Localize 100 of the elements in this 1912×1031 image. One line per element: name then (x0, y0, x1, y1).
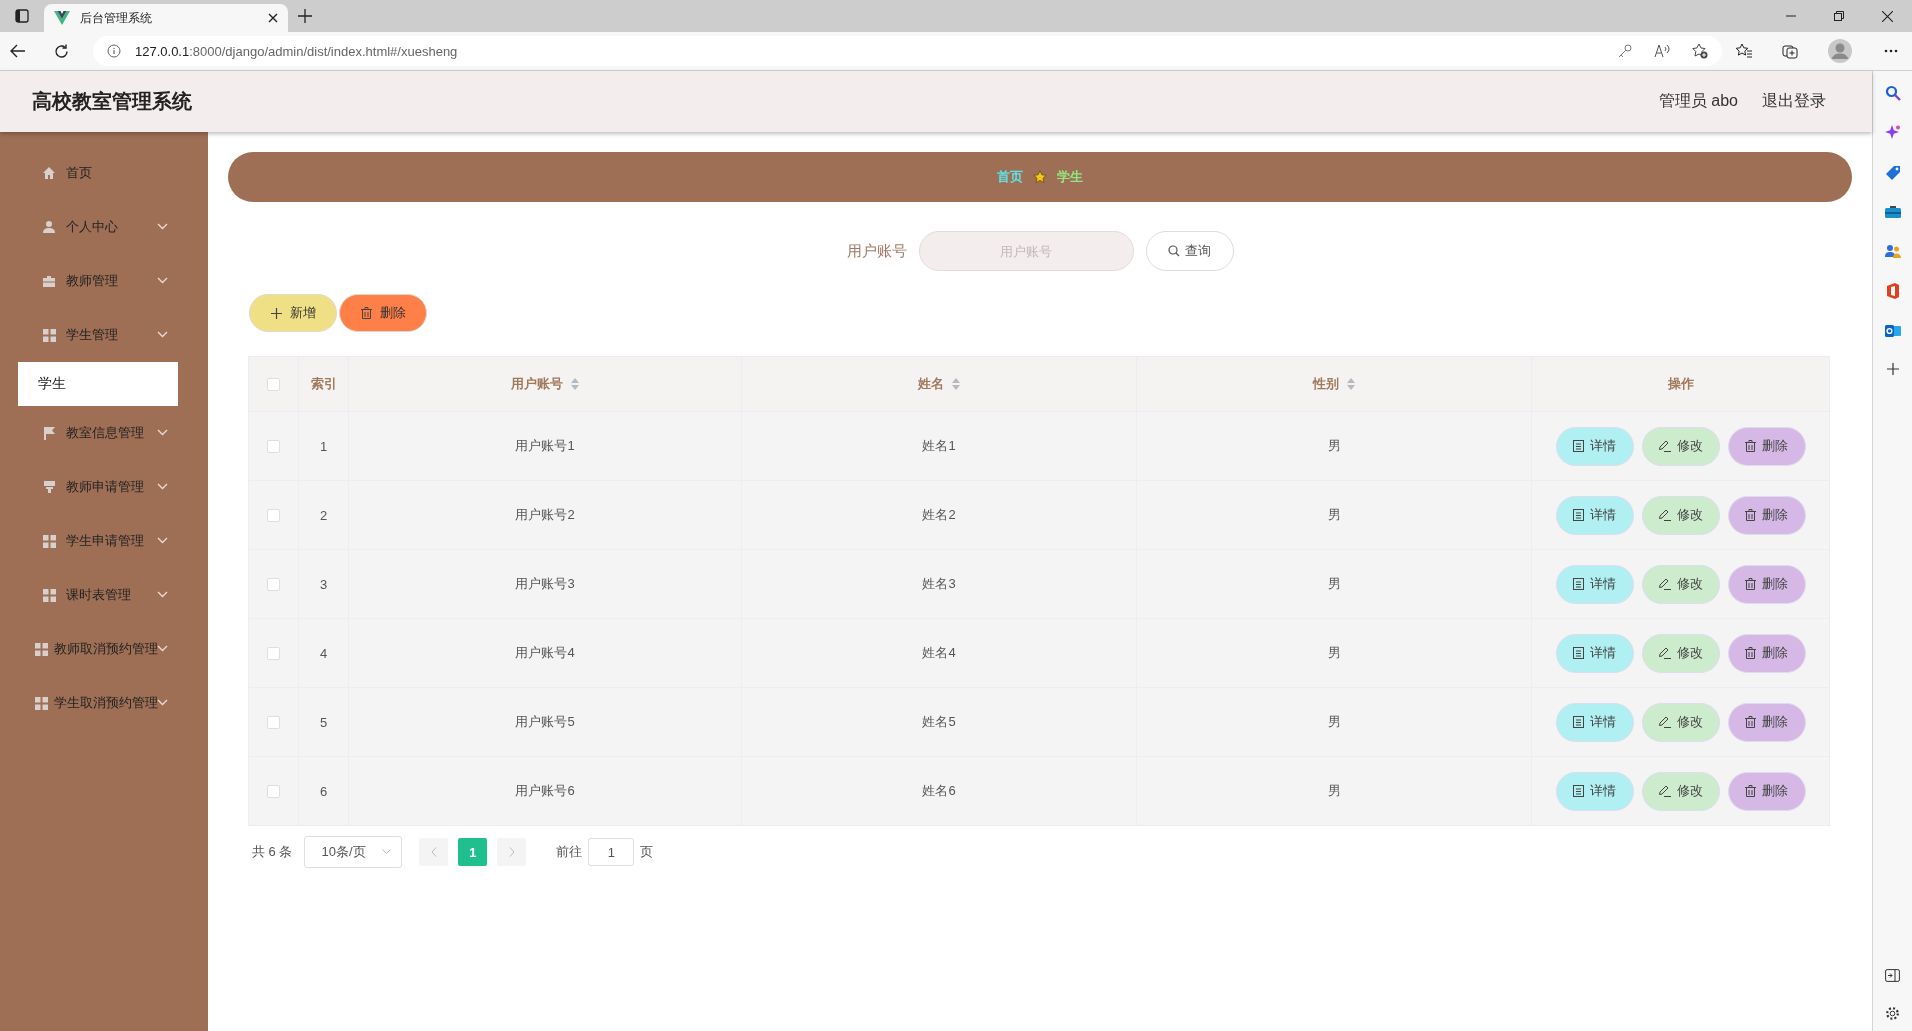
delete-button[interactable]: 删除 (1727, 495, 1806, 535)
star-icon (1033, 170, 1047, 184)
table-cell: 姓名3 (922, 575, 956, 593)
avatar-icon[interactable] (1828, 39, 1852, 63)
page-input[interactable]: 1 (588, 838, 635, 866)
chevron-right-icon (508, 847, 515, 857)
checkbox[interactable] (267, 377, 280, 391)
table-cell: 男 (1327, 782, 1341, 800)
table-cell: 用户账号2 (515, 506, 575, 524)
edit-button[interactable]: 修改 (1641, 771, 1720, 811)
tag-icon[interactable] (1884, 165, 1901, 181)
search-icon[interactable] (1884, 85, 1901, 101)
header-cell[interactable]: 姓名 (742, 357, 1137, 412)
header-cell[interactable]: 性别 (1137, 357, 1532, 412)
delete-button[interactable]: 删除 (339, 294, 427, 332)
sidebar-item[interactable]: 学生申请管理 (0, 514, 208, 568)
detail-button[interactable]: 详情 (1555, 771, 1634, 811)
edit-button[interactable]: 修改 (1641, 633, 1720, 673)
toolbox-icon[interactable] (1884, 205, 1901, 219)
trash-icon (1745, 647, 1756, 659)
detail-button[interactable]: 详情 (1555, 702, 1634, 742)
collections-icon[interactable] (1782, 43, 1798, 59)
document-icon (1573, 509, 1584, 521)
detail-button[interactable]: 详情 (1555, 495, 1634, 535)
panel-icon[interactable] (1885, 969, 1900, 982)
info-icon (107, 44, 121, 58)
sidebar-item[interactable]: 课时表管理 (0, 568, 208, 622)
table-cell: 姓名6 (922, 782, 956, 800)
people-icon[interactable] (1884, 243, 1901, 259)
favorites-icon[interactable] (1736, 43, 1752, 59)
delete-button[interactable]: 删除 (1727, 702, 1806, 742)
chevron-down-icon (382, 849, 392, 855)
table-cell: 用户账号4 (515, 644, 575, 662)
table-cell: 6 (319, 783, 328, 799)
sidebar-item[interactable]: 教师申请管理 (0, 460, 208, 514)
search-button[interactable]: 查询 (1145, 231, 1234, 271)
table-cell: 姓名1 (922, 437, 956, 455)
sidebar-item[interactable]: 个人中心 (0, 200, 208, 254)
edit-button[interactable]: 修改 (1641, 564, 1720, 604)
restore-icon[interactable] (1834, 11, 1844, 21)
sidebar-item[interactable]: 学生取消预约管理 (0, 676, 208, 730)
checkbox[interactable] (267, 646, 280, 660)
sidebar-item[interactable]: 教室信息管理 (0, 406, 208, 460)
table-cell: 用户账号3 (515, 575, 575, 593)
mail-icon[interactable] (1884, 323, 1901, 339)
close-icon[interactable] (1882, 10, 1893, 22)
sidebar-subitem[interactable]: 学生 (18, 362, 178, 406)
checkbox[interactable] (267, 715, 280, 729)
key-icon[interactable] (1618, 44, 1632, 58)
add-button[interactable]: 新增 (249, 294, 337, 332)
refresh-icon[interactable] (54, 43, 69, 59)
detail-button[interactable]: 详情 (1555, 426, 1634, 466)
edit-button[interactable]: 修改 (1641, 495, 1720, 535)
edit-button[interactable]: 修改 (1641, 426, 1720, 466)
delete-button[interactable]: 删除 (1727, 564, 1806, 604)
sparkle-icon[interactable] (1884, 125, 1901, 141)
read-aloud-icon[interactable] (1654, 44, 1670, 58)
checkbox[interactable] (267, 508, 280, 522)
tab-actions-icon[interactable] (15, 9, 29, 23)
total-count: 共 6 条 (252, 843, 293, 861)
address-bar[interactable]: 127.0.0.1:8000/django/admin/dist/index.html#/xuesheng (93, 36, 1722, 66)
back-arrow-icon[interactable] (10, 44, 26, 58)
checkbox[interactable] (267, 577, 280, 591)
edit-button[interactable]: 修改 (1641, 702, 1720, 742)
more-icon[interactable] (1884, 49, 1898, 53)
detail-button[interactable]: 详情 (1555, 633, 1634, 673)
sidebar-item[interactable]: 教师管理 (0, 254, 208, 308)
user-label: 管理员 abo (1658, 91, 1738, 111)
checkbox[interactable] (267, 784, 280, 798)
pencil-icon (1658, 647, 1671, 659)
trash-icon (1745, 440, 1756, 452)
checkbox[interactable] (267, 439, 280, 453)
office-icon[interactable] (1885, 283, 1900, 299)
table-cell: 男 (1327, 506, 1341, 524)
delete-button[interactable]: 删除 (1727, 633, 1806, 673)
stamp-icon (42, 480, 56, 494)
document-icon (1573, 647, 1584, 659)
trash-icon (1745, 785, 1756, 797)
delete-button[interactable]: 删除 (1727, 426, 1806, 466)
flag-icon (42, 426, 56, 440)
trash-icon (1745, 578, 1756, 590)
sidebar-item[interactable]: 首页 (0, 146, 208, 200)
grid-icon (42, 534, 56, 548)
sidebar-item[interactable]: 教师取消预约管理 (0, 622, 208, 676)
delete-button[interactable]: 删除 (1727, 771, 1806, 811)
page-size-select[interactable]: 10条/页 (304, 836, 403, 868)
document-icon (1573, 578, 1584, 590)
new-tab-icon[interactable] (298, 9, 312, 23)
star-plus-icon[interactable] (1692, 43, 1708, 59)
detail-button[interactable]: 详情 (1555, 564, 1634, 604)
table-cell: 男 (1327, 713, 1341, 731)
sidebar-item[interactable]: 学生管理 (0, 308, 208, 362)
browser-tab[interactable]: 后台管理系统 (44, 4, 288, 32)
settings-icon[interactable] (1885, 1006, 1900, 1021)
grid-icon (34, 642, 48, 656)
close-icon[interactable] (268, 13, 278, 23)
header-cell[interactable]: 用户账号 (349, 357, 742, 412)
logout-link[interactable]: 退出登录 (1762, 91, 1826, 112)
chevron-down-icon (157, 537, 168, 544)
add-icon[interactable] (1886, 363, 1899, 375)
